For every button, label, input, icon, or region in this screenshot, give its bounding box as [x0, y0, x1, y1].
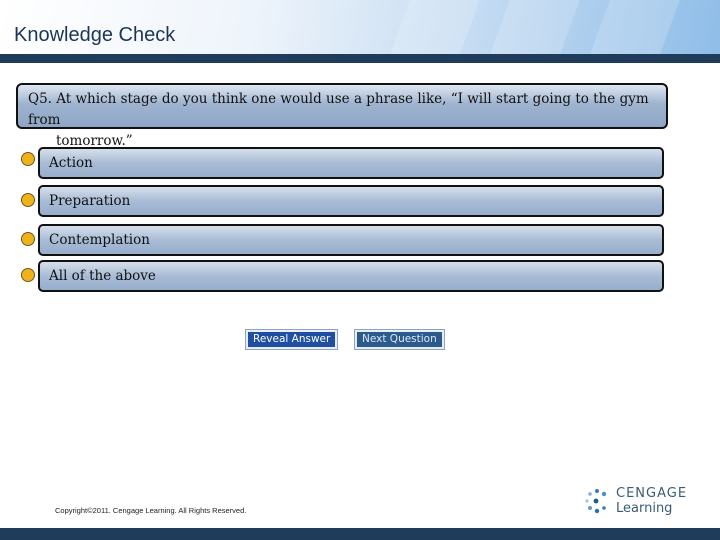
radio-option-contemplation[interactable]: [21, 232, 35, 246]
reveal-answer-button[interactable]: Reveal Answer: [245, 329, 339, 350]
option-all-of-the-above[interactable]: All of the above: [38, 260, 664, 292]
header-decor: [590, 0, 680, 54]
next-question-label: Next Question: [357, 332, 442, 347]
option-label: Contemplation: [49, 232, 150, 248]
option-label: Action: [49, 155, 93, 171]
option-action[interactable]: Action: [38, 147, 664, 179]
page-title: Knowledge Check: [14, 24, 176, 46]
cengage-logo: CENGAGE Learning: [584, 486, 694, 518]
question-box: Q5. At which stage do you think one woul…: [16, 83, 668, 149]
radio-option-preparation[interactable]: [21, 193, 35, 207]
next-question-button[interactable]: Next Question: [354, 329, 445, 350]
header-decor: [490, 0, 580, 54]
header: Knowledge Check: [0, 0, 720, 54]
radio-option-all[interactable]: [21, 268, 35, 282]
copyright-text: Copyright©2011. Cengage Learning. All Ri…: [55, 506, 247, 515]
question-text-line1: Q5. At which stage do you think one woul…: [28, 91, 649, 128]
radio-option-action[interactable]: [21, 152, 35, 166]
option-label: All of the above: [49, 268, 156, 284]
option-preparation[interactable]: Preparation: [38, 185, 664, 217]
option-label: Preparation: [49, 193, 131, 209]
reveal-answer-label: Reveal Answer: [248, 332, 336, 347]
footer-bar: [0, 528, 720, 540]
logo-brand-text: CENGAGE: [616, 486, 688, 501]
header-bar: [0, 54, 720, 63]
header-decor: [390, 0, 480, 54]
option-contemplation[interactable]: Contemplation: [38, 224, 664, 256]
logo-sub-text: Learning: [616, 501, 673, 516]
cengage-logo-mark-icon: [585, 489, 607, 514]
